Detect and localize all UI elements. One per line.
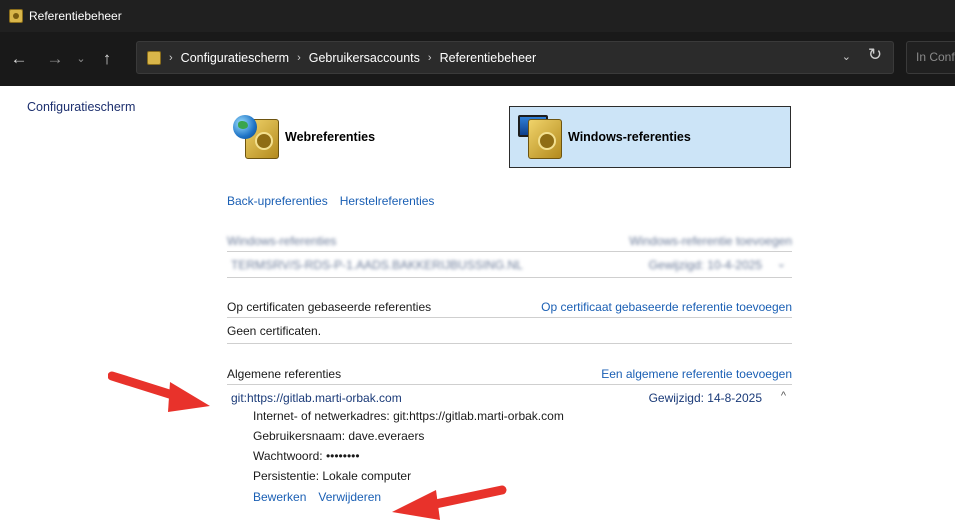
username-label: Gebruikersnaam:	[253, 429, 346, 443]
credential-manager-icon	[9, 9, 23, 23]
windows-credentials-tile[interactable]: Windows-referenties	[509, 106, 791, 168]
credential-details: Internet- of netwerkadres: git:https://g…	[227, 409, 792, 529]
credential-modified: Gewijzigd: 14-8-2025	[648, 391, 762, 405]
globe-safe-icon	[231, 111, 283, 163]
credential-row[interactable]: TERMSRV/S-RDS-P-1.AADS.BAKKERIJBUSSING.N…	[227, 252, 792, 278]
persistence-label: Persistentie:	[253, 469, 320, 483]
forward-arrow-icon[interactable]: →	[40, 44, 70, 74]
web-credentials-label: Webreferenties	[285, 130, 376, 144]
certificate-credentials-section: Op certificaten gebaseerde referenties O…	[227, 298, 792, 344]
chevron-up-icon[interactable]: ^	[781, 390, 786, 402]
section-title: Algemene referenties	[227, 367, 342, 381]
detail-username: Gebruikersnaam: dave.everaers	[253, 429, 424, 443]
breadcrumb-configuratiescherm[interactable]: Configuratiescherm	[181, 51, 289, 65]
navigation-bar: ← → ⌄ ↑ › Configuratiescherm › Gebruiker…	[0, 32, 955, 86]
credential-name[interactable]: git:https://gitlab.marti-orbak.com	[231, 391, 402, 405]
section-header: Op certificaten gebaseerde referenties O…	[227, 298, 792, 318]
credential-modified: Gewijzigd: 10-4-2025	[648, 258, 762, 272]
address-bar[interactable]: › Configuratiescherm › Gebruikersaccount…	[136, 41, 894, 74]
detail-password: Wachtwoord: ••••••••	[253, 449, 360, 463]
add-generic-credential-link[interactable]: Een algemene referentie toevoegen	[601, 367, 792, 381]
section-header: Windows-referenties Windows-referentie t…	[227, 232, 792, 252]
chevron-down-icon[interactable]: ⌄	[70, 44, 92, 74]
edit-credential-link[interactable]: Bewerken	[253, 490, 306, 504]
password-value: ••••••••	[325, 449, 360, 463]
up-arrow-icon[interactable]: ↑	[92, 44, 122, 74]
web-credentials-tile[interactable]: Webreferenties	[227, 106, 407, 168]
sidebar-link-configuratiescherm[interactable]: Configuratiescherm	[27, 100, 135, 114]
section-title: Op certificaten gebaseerde referenties	[227, 300, 432, 314]
username-value: dave.everaers	[348, 429, 425, 443]
backup-restore-links: Back-upreferenties Herstelreferenties	[227, 194, 434, 208]
detail-address: Internet- of netwerkadres: git:https://g…	[253, 409, 564, 423]
persistence-value: Lokale computer	[322, 469, 412, 483]
chevron-right-icon: ›	[169, 51, 173, 64]
generic-credentials-section: Algemene referenties Een algemene refere…	[227, 365, 792, 529]
empty-row: Geen certificaten.	[227, 318, 792, 344]
breadcrumb-gebruikersaccounts[interactable]: Gebruikersaccounts	[309, 51, 420, 65]
chevron-down-icon[interactable]: ⌄	[777, 257, 786, 270]
address-dropdown-icon[interactable]: ⌄	[842, 50, 851, 63]
password-label: Wachtwoord:	[253, 449, 323, 463]
add-windows-credential-link[interactable]: Windows-referentie toevoegen	[629, 234, 792, 248]
window-title: Referentiebeheer	[29, 9, 122, 23]
credential-manager-icon	[147, 50, 161, 65]
remove-credential-link[interactable]: Verwijderen	[318, 490, 381, 504]
address-value: git:https://gitlab.marti-orbak.com	[393, 409, 564, 423]
add-certificate-credential-link[interactable]: Op certificaat gebaseerde referentie toe…	[541, 300, 792, 314]
credential-actions: Bewerken Verwijderen	[253, 490, 381, 504]
windows-credentials-label: Windows-referenties	[568, 130, 691, 144]
back-arrow-icon[interactable]: ←	[4, 44, 34, 74]
red-arrow-annotation	[108, 371, 210, 412]
section-header: Algemene referenties Een algemene refere…	[227, 365, 792, 385]
address-label: Internet- of netwerkadres:	[253, 409, 390, 423]
backup-credentials-link[interactable]: Back-upreferenties	[227, 194, 328, 208]
red-arrow-annotation	[392, 485, 507, 520]
section-title: Windows-referenties	[227, 234, 337, 248]
windows-credentials-section: Windows-referenties Windows-referentie t…	[227, 232, 792, 278]
chevron-right-icon: ›	[427, 51, 432, 64]
breadcrumb-referentiebeheer[interactable]: Referentiebeheer	[440, 51, 537, 65]
restore-credentials-link[interactable]: Herstelreferenties	[340, 194, 435, 208]
monitor-safe-icon	[514, 111, 566, 163]
title-bar: Referentiebeheer	[0, 0, 955, 32]
no-certificates-text: Geen certificaten.	[227, 324, 322, 338]
refresh-icon[interactable]: ↻	[863, 45, 887, 65]
credential-row-expanded[interactable]: git:https://gitlab.marti-orbak.com Gewij…	[227, 385, 792, 411]
credential-name: TERMSRV/S-RDS-P-1.AADS.BAKKERIJBUSSING.N…	[231, 258, 523, 272]
search-input[interactable]: In Configuratiescherm zoeken	[906, 41, 955, 74]
chevron-right-icon: ›	[297, 51, 301, 64]
detail-persistence: Persistentie: Lokale computer	[253, 469, 411, 483]
